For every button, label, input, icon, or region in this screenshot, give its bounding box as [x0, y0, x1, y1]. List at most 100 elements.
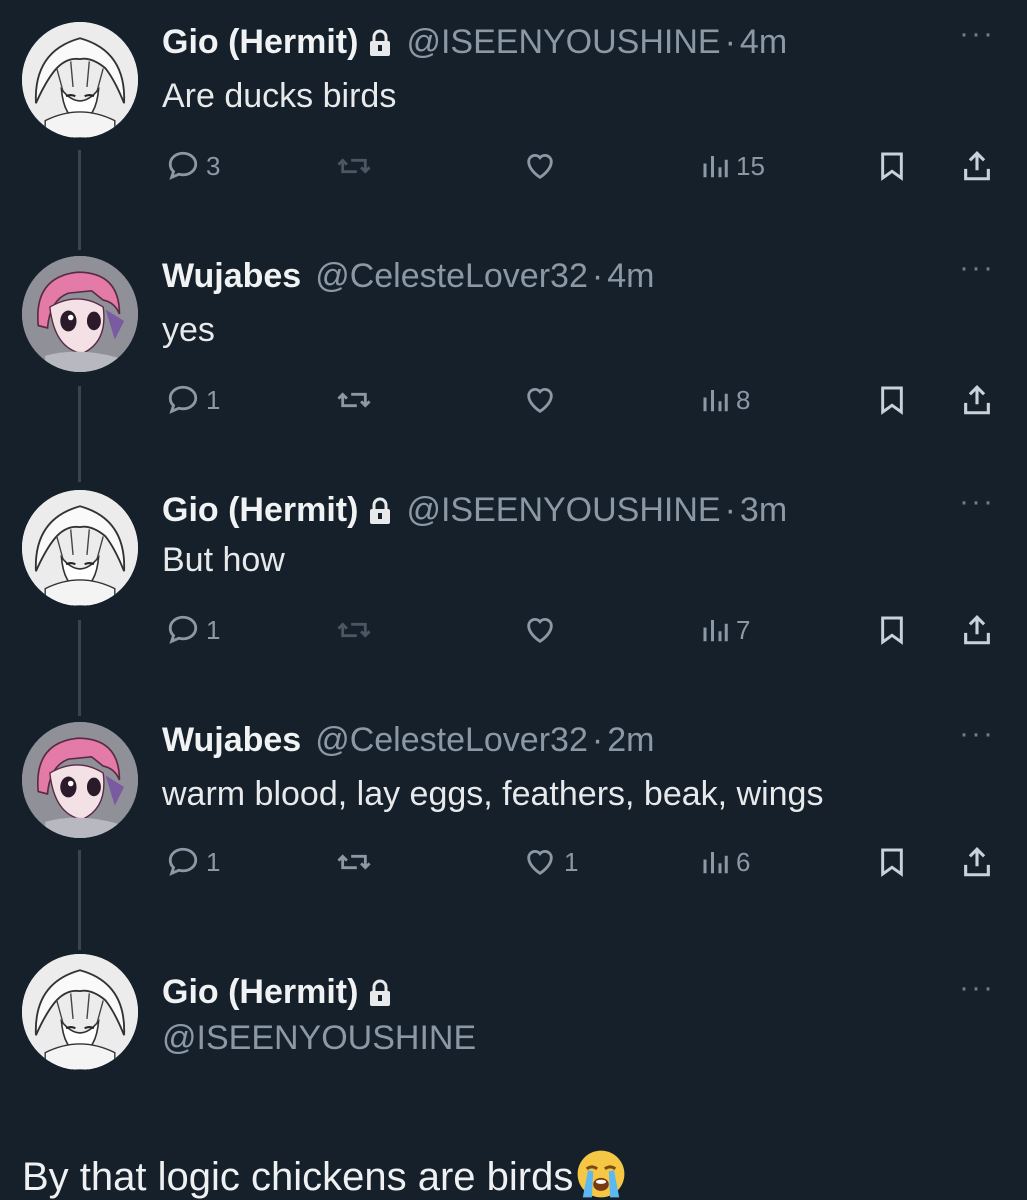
heart-icon: [527, 850, 553, 876]
lock-icon: [368, 494, 392, 534]
grayscale-anime-avatar-icon: [22, 22, 138, 138]
share-button[interactable]: [960, 842, 994, 882]
views-button[interactable]: 6: [700, 842, 750, 882]
view-count: 8: [736, 384, 751, 415]
thread-post[interactable]: Wujabes @CelesteLover32 · 4m ··· yes 1 8: [0, 253, 1027, 434]
like-button[interactable]: [522, 146, 558, 186]
post-header: Wujabes @CelesteLover32 · 2m: [162, 720, 654, 760]
more-options-icon[interactable]: ···: [959, 253, 995, 283]
post-text: warm blood, lay eggs, feathers, beak, wi…: [162, 775, 824, 813]
post-text: But how: [162, 541, 285, 579]
view-count: 15: [736, 150, 765, 181]
repost-button[interactable]: [336, 610, 372, 650]
reply-button[interactable]: 1: [166, 380, 220, 420]
author-name[interactable]: Gio (Hermit): [162, 973, 358, 1011]
views-button[interactable]: 15: [700, 146, 765, 186]
grayscale-anime-avatar-icon: [22, 954, 138, 1070]
avatar[interactable]: [22, 22, 138, 138]
reply-count: 1: [206, 846, 221, 877]
share-icon: [964, 615, 990, 645]
share-icon: [964, 385, 990, 415]
heart-icon: [527, 388, 553, 414]
reply-button[interactable]: 1: [166, 610, 220, 650]
author-name[interactable]: Wujabes: [162, 257, 301, 295]
separator-dot: ·: [591, 721, 604, 759]
main-post-body: By that logic chickens are birds: [22, 1155, 574, 1199]
more-options-icon[interactable]: ···: [959, 973, 995, 1003]
author-handle[interactable]: @ISEENYOUSHINE: [162, 1018, 476, 1058]
views-button[interactable]: 8: [700, 380, 750, 420]
more-options-icon[interactable]: ···: [959, 719, 995, 749]
repost-button[interactable]: [336, 146, 372, 186]
reply-icon: [168, 847, 198, 876]
like-button[interactable]: [522, 380, 558, 420]
separator-dot: ·: [724, 491, 736, 529]
author-name[interactable]: Gio (Hermit): [162, 23, 358, 61]
loudly-crying-face-emoji-icon: [577, 1150, 625, 1198]
heart-icon: [527, 618, 553, 644]
bookmark-button[interactable]: [876, 842, 908, 882]
more-options-icon[interactable]: ···: [959, 19, 995, 49]
action-bar: 1 8: [0, 380, 1027, 420]
post-text: yes: [162, 311, 215, 349]
author-handle[interactable]: @ISEENYOUSHINE: [406, 23, 720, 61]
author-handle[interactable]: @CelesteLover32: [315, 721, 588, 759]
avatar[interactable]: [22, 954, 138, 1070]
reply-count: 3: [206, 150, 221, 181]
bookmark-icon: [881, 616, 903, 645]
more-options-icon[interactable]: ···: [959, 487, 995, 517]
bookmark-button[interactable]: [876, 380, 908, 420]
author-handle[interactable]: @ISEENYOUSHINE: [406, 491, 720, 529]
bookmark-button[interactable]: [876, 146, 908, 186]
share-button[interactable]: [960, 610, 994, 650]
lock-icon: [368, 26, 392, 66]
pink-hair-anime-avatar-icon: [22, 722, 138, 838]
thread-post[interactable]: Wujabes @CelesteLover32 · 2m ··· warm blood…: [0, 719, 1027, 900]
share-icon: [964, 151, 990, 181]
avatar[interactable]: [22, 256, 138, 372]
grayscale-anime-avatar-icon: [22, 490, 138, 606]
author-name[interactable]: Wujabes: [162, 721, 301, 759]
thread-post[interactable]: Gio (Hermit) @ISEENYOUSHINE · 3m ··· But ho…: [0, 487, 1027, 668]
bookmark-icon: [881, 152, 903, 181]
views-button[interactable]: 7: [700, 610, 750, 650]
bookmark-icon: [881, 386, 903, 415]
author-name[interactable]: Gio (Hermit): [162, 491, 358, 529]
views-icon: [703, 156, 728, 178]
share-button[interactable]: [960, 380, 994, 420]
share-button[interactable]: [960, 146, 994, 186]
post-time[interactable]: 4m: [740, 23, 787, 61]
post-time[interactable]: 2m: [607, 721, 654, 759]
reply-icon: [168, 615, 198, 644]
repost-button[interactable]: [336, 380, 372, 420]
like-button[interactable]: [522, 610, 558, 650]
like-count: 1: [564, 846, 579, 877]
reply-button[interactable]: 1: [166, 842, 220, 882]
lock-icon: [368, 976, 392, 1016]
post-time[interactable]: 3m: [740, 491, 787, 529]
repost-icon: [337, 854, 371, 870]
views-icon: [703, 390, 728, 412]
repost-button[interactable]: [336, 842, 372, 882]
like-button[interactable]: 1: [522, 842, 578, 882]
repost-icon: [337, 392, 371, 408]
bookmark-button[interactable]: [876, 610, 908, 650]
pink-hair-anime-avatar-icon: [22, 256, 138, 372]
action-bar: 3 15: [0, 146, 1027, 186]
heart-icon: [527, 154, 553, 180]
post-time[interactable]: 4m: [607, 257, 654, 295]
action-bar: 1 7: [0, 610, 1027, 650]
author-handle[interactable]: @CelesteLover32: [315, 257, 588, 295]
reply-button[interactable]: 3: [166, 146, 220, 186]
views-icon: [703, 852, 728, 874]
share-icon: [964, 847, 990, 877]
post-header: Gio (Hermit) @ISEENYOUSHINE · 3m: [162, 490, 787, 534]
repost-icon: [337, 622, 371, 638]
bookmark-icon: [881, 848, 903, 877]
post-text: Are ducks birds: [162, 77, 397, 115]
avatar[interactable]: [22, 722, 138, 838]
post-header: Wujabes @CelesteLover32 · 4m: [162, 256, 654, 296]
avatar[interactable]: [22, 490, 138, 606]
thread-post[interactable]: Gio (Hermit) @ISEENYOUSHINE · 4m ··· Are du…: [0, 19, 1027, 200]
reply-icon: [168, 151, 198, 180]
